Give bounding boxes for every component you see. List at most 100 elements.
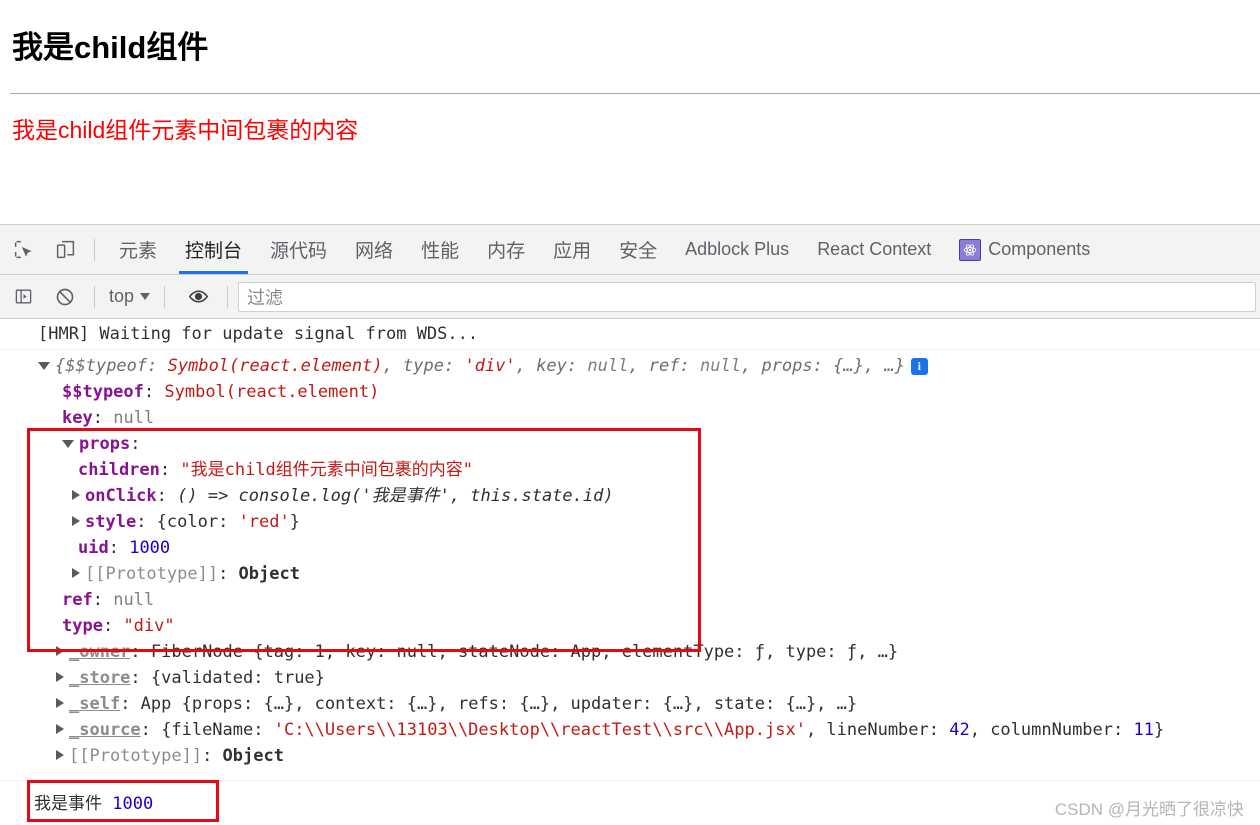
tab-sources[interactable]: 源代码: [256, 226, 341, 274]
prop-value: FiberNode {tag: 1, key: null, stateNode:…: [150, 642, 899, 662]
event-log-text: 我是事件: [34, 794, 102, 814]
log-row-store[interactable]: _store: {validated: true}: [0, 665, 1260, 691]
log-row-children[interactable]: children: "我是child组件元素中间包裹的内容": [0, 457, 1260, 483]
tab-console[interactable]: 控制台: [171, 226, 256, 274]
tab-adblock-plus[interactable]: Adblock Plus: [671, 226, 803, 274]
chevron-down-icon: [140, 293, 151, 300]
execution-context-selector[interactable]: top: [105, 286, 154, 307]
prop-key: ref: [62, 590, 93, 610]
toolbar-divider: [94, 238, 95, 261]
log-row-uid[interactable]: uid: 1000: [0, 535, 1260, 561]
summary-key-value: null: [587, 356, 629, 376]
page-divider: [10, 93, 1260, 94]
tab-label: 安全: [619, 241, 658, 262]
console-row-divider: [0, 780, 1260, 781]
tab-label: 性能: [421, 241, 460, 262]
summary-props-value: {…}: [833, 356, 864, 376]
filterbar-divider-3: [227, 285, 229, 308]
live-expression-eye-icon[interactable]: [179, 278, 217, 316]
prop-key: onClick: [85, 486, 157, 506]
tab-label: 网络: [355, 241, 394, 262]
source-linenumber: 42: [949, 720, 970, 740]
device-toolbar-icon[interactable]: [46, 231, 84, 269]
disclosure-triangle-icon[interactable]: [72, 568, 80, 578]
prop-value: Object: [222, 746, 284, 766]
hmr-message: [HMR] Waiting for update signal from WDS…: [38, 324, 479, 344]
style-open: {color:: [156, 512, 239, 532]
disclosure-triangle-icon[interactable]: [56, 698, 64, 708]
tab-label: 源代码: [270, 241, 328, 262]
inspect-element-icon[interactable]: [4, 231, 42, 269]
log-row-self[interactable]: _self: App {props: {…}, context: {…}, re…: [0, 691, 1260, 717]
prop-value: null: [113, 590, 155, 610]
prop-key: style: [85, 512, 137, 532]
disclosure-triangle-icon[interactable]: [72, 516, 80, 526]
summary-ellipsis: …: [884, 356, 895, 376]
log-row-type[interactable]: type: "div": [0, 613, 1260, 639]
devtools-tabbar: 元素 控制台 源代码 网络 性能 内存 应用 安全 Adblock Plus R…: [0, 225, 1260, 275]
log-row-props[interactable]: props:: [0, 431, 1260, 457]
tab-performance[interactable]: 性能: [407, 226, 473, 274]
log-row-object-summary[interactable]: {$$typeof: Symbol(react.element), type: …: [0, 350, 1260, 379]
style-color-value: 'red': [238, 512, 290, 532]
disclosure-triangle-icon[interactable]: [72, 490, 80, 500]
prop-key: _owner: [69, 642, 131, 662]
prop-key: [[Prototype]]: [69, 746, 203, 766]
disclosure-triangle-icon[interactable]: [56, 646, 64, 656]
react-atom-icon: [959, 238, 982, 261]
tab-label: 元素: [119, 241, 158, 262]
summary-typeof-value: Symbol(react.element): [167, 356, 383, 376]
tab-label: 应用: [553, 241, 592, 262]
child-wrapped-content[interactable]: 我是child组件元素中间包裹的内容: [12, 111, 358, 145]
prop-key: key: [62, 408, 93, 428]
disclosure-triangle-icon[interactable]: [56, 672, 64, 682]
console-output[interactable]: [HMR] Waiting for update signal from WDS…: [0, 319, 1260, 825]
summary-key-key: key: [536, 356, 567, 376]
tab-application[interactable]: 应用: [539, 226, 605, 274]
log-row-style[interactable]: style: {color: 'red'}: [0, 509, 1260, 535]
event-log-value: 1000: [112, 794, 154, 814]
log-row-key[interactable]: key: null: [0, 405, 1260, 431]
summary-ref-value: null: [700, 356, 741, 376]
filterbar-divider-1: [94, 285, 95, 308]
prop-value: "div": [123, 616, 175, 636]
csdn-watermark: CSDN @月光晒了很凉快: [1054, 800, 1244, 819]
tab-label: 内存: [487, 241, 526, 262]
sidebar-toggle-icon[interactable]: [4, 278, 42, 316]
console-filter-bar: top 过滤: [0, 275, 1260, 319]
disclosure-triangle-icon[interactable]: [56, 724, 64, 734]
log-row-prototype-outer[interactable]: [[Prototype]]: Object: [0, 743, 1260, 769]
tab-network[interactable]: 网络: [341, 226, 407, 274]
log-row-onclick[interactable]: onClick: () => console.log('我是事件', this.…: [0, 483, 1260, 509]
tab-security[interactable]: 安全: [605, 226, 671, 274]
info-badge-icon[interactable]: i: [910, 357, 928, 375]
clear-console-icon[interactable]: [46, 278, 84, 316]
log-row-typeof[interactable]: $$typeof: Symbol(react.element): [0, 379, 1260, 405]
log-row-event[interactable]: 我是事件 1000: [34, 789, 153, 814]
prop-key: _store: [69, 668, 131, 688]
tab-memory[interactable]: 内存: [473, 226, 539, 274]
log-row-prototype-inner[interactable]: [[Prototype]]: Object: [0, 561, 1260, 587]
devtools-panel: 元素 控制台 源代码 网络 性能 内存 应用 安全 Adblock Plus R…: [0, 224, 1260, 825]
tab-react-context[interactable]: React Context: [803, 226, 945, 274]
disclosure-triangle-icon[interactable]: [62, 439, 74, 448]
execution-context-label: top: [109, 286, 135, 306]
log-row-hmr[interactable]: [HMR] Waiting for update signal from WDS…: [0, 319, 1260, 350]
log-row-owner[interactable]: _owner: FiberNode {tag: 1, key: null, st…: [0, 639, 1260, 665]
log-row-ref[interactable]: ref: null: [0, 587, 1260, 613]
disclosure-triangle-icon[interactable]: [56, 750, 64, 760]
disclosure-triangle-icon[interactable]: [38, 361, 50, 370]
prop-value: null: [113, 408, 155, 428]
log-row-source[interactable]: _source: {fileName: 'C:\\Users\\13103\\D…: [0, 717, 1260, 743]
tab-elements[interactable]: 元素: [105, 226, 171, 274]
summary-ref-key: ref: [648, 356, 680, 376]
tab-label: React Context: [817, 239, 932, 259]
summary-type-key: type: [403, 356, 444, 376]
tab-label: 控制台: [185, 241, 243, 262]
prop-value: "我是child组件元素中间包裹的内容": [180, 460, 474, 480]
console-filter-input[interactable]: 过滤: [238, 281, 1256, 312]
tab-components[interactable]: Components: [945, 226, 1104, 274]
prop-key: type: [62, 616, 103, 636]
source-columnnumber: 11: [1133, 720, 1154, 740]
prop-value: Object: [238, 564, 300, 584]
